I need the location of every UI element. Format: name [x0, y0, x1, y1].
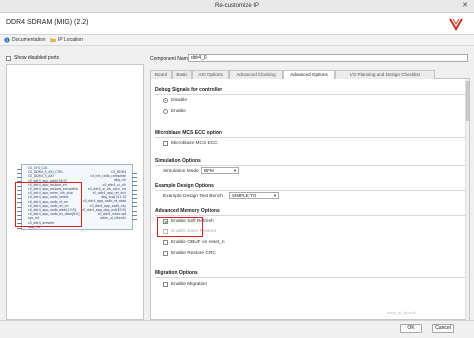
- enable-migration-checkbox[interactable]: Enable Migration: [163, 282, 207, 287]
- microblaze-ecc-checkbox[interactable]: Microblaze MCS ECC: [163, 141, 218, 146]
- enable-obuf-checkbox[interactable]: Enable OBUF on reset_n: [163, 240, 225, 245]
- advanced-options-content: Debug Signals for controller Disable Ena…: [150, 79, 470, 320]
- component-name-input[interactable]: ddr4_0: [188, 54, 468, 62]
- port-pin: [17, 227, 22, 229]
- simulation-mode-select[interactable]: BFM ▼: [201, 167, 239, 174]
- enable-obuf-label: Enable OBUF on reset_n: [171, 240, 225, 245]
- example-testbench-value: SIMPLE TG: [232, 193, 257, 198]
- documentation-button[interactable]: Documentation: [4, 37, 46, 43]
- chevron-down-icon: ▼: [273, 193, 277, 198]
- example-testbench-label: Example Design Test Bench: [163, 194, 223, 199]
- port-pin: [132, 189, 137, 191]
- enable-restore-crc-checkbox[interactable]: Enable Restore CRC: [163, 251, 216, 256]
- close-icon[interactable]: ✕: [462, 2, 468, 10]
- toolbar: Documentation IP Location: [0, 35, 474, 46]
- tab-basic[interactable]: Basic: [172, 70, 192, 79]
- vertical-scrollbar[interactable]: [465, 79, 469, 320]
- show-disabled-ports-label: Show disabled ports: [14, 55, 60, 61]
- port-pin: [17, 173, 22, 174]
- section-divider: [155, 137, 467, 138]
- window-title: Re-customize IP: [214, 3, 259, 9]
- simulation-mode-label: Simulation Mode: [163, 169, 199, 174]
- port-pin: [132, 210, 137, 212]
- section-debug-title: Debug Signals for controller: [155, 87, 223, 93]
- component-name-label: Component Name: [150, 56, 191, 62]
- port-pin: [132, 185, 137, 187]
- port-pin: [132, 219, 137, 220]
- example-testbench-select[interactable]: SIMPLE TG ▼: [229, 192, 279, 199]
- radio-button[interactable]: [163, 98, 168, 103]
- section-divider: [155, 190, 467, 191]
- debug-disable-radio[interactable]: Disable: [163, 98, 187, 103]
- enable-migration-label: Enable Migration: [171, 282, 207, 287]
- symbol-panel: Show disabled ports C0_SYS_CLK C0_DDR4_S_…: [4, 52, 146, 320]
- config-panel: Component Name ddr4_0 Board Basic AXI Op…: [150, 52, 470, 320]
- watermark-text: addn_ui_clkout1: [386, 310, 416, 315]
- scrollbar-thumb[interactable]: [466, 81, 469, 121]
- section-migration-title: Migration Options: [155, 270, 198, 276]
- vivado-logo-icon: [449, 18, 463, 31]
- port-pin: [132, 172, 137, 174]
- port-pin: [132, 206, 137, 208]
- ip-symbol-diagram: C0_SYS_CLK C0_DDR4_S_AXI_CTRL C0_DDR4_S_AX…: [6, 64, 144, 320]
- port-pin: [132, 198, 137, 199]
- port-pin: [132, 193, 137, 195]
- section-divider: [155, 94, 467, 95]
- radio-button[interactable]: [163, 109, 168, 114]
- section-divider: [155, 215, 467, 216]
- port-right: addn_ui_clkout1: [100, 216, 126, 221]
- chevron-down-icon: ▼: [233, 168, 237, 173]
- ip-location-label: IP Location: [58, 37, 83, 43]
- ip-location-button[interactable]: IP Location: [50, 37, 83, 43]
- info-icon: [4, 37, 10, 43]
- tab-io-planning[interactable]: I/O Planning and Design Checklist: [335, 70, 435, 79]
- checkbox-box[interactable]: [6, 55, 11, 61]
- section-example-title: Example Design Options: [155, 183, 214, 189]
- section-advanced-memory-title: Advanced Memory Options: [155, 208, 220, 214]
- title-bar: Re-customize IP ✕: [0, 0, 474, 13]
- debug-enable-label: Enable: [171, 109, 186, 114]
- section-simulation-title: Simulation Options: [155, 158, 201, 164]
- tab-advanced-clocking[interactable]: Advanced Clocking: [229, 70, 283, 79]
- ip-name: DDR4 SDRAM (MIG) (2.2): [6, 19, 89, 26]
- show-disabled-ports-checkbox[interactable]: Show disabled ports: [6, 55, 59, 61]
- highlight-box-ports: [15, 182, 82, 227]
- cancel-button[interactable]: Cancel: [432, 324, 454, 333]
- debug-enable-radio[interactable]: Enable: [163, 109, 186, 114]
- port-pin: [132, 202, 137, 204]
- microblaze-ecc-label: Microblaze MCS ECC: [171, 141, 218, 146]
- port-pin: [132, 214, 137, 216]
- documentation-label: Documentation: [12, 37, 46, 43]
- tab-axi-options[interactable]: AXI Options: [192, 70, 229, 79]
- ip-header: DDR4 SDRAM (MIG) (2.2): [0, 13, 474, 35]
- port-pin: [17, 177, 22, 179]
- ok-button[interactable]: OK: [400, 324, 422, 333]
- highlight-box-self-refresh: [157, 217, 203, 237]
- tab-board[interactable]: Board: [150, 70, 172, 79]
- section-divider: [155, 165, 467, 166]
- checkbox-box[interactable]: [163, 141, 168, 146]
- port-pin: [17, 168, 22, 170]
- checkbox-box[interactable]: [163, 282, 168, 287]
- checkbox-box[interactable]: [163, 240, 168, 245]
- section-divider: [155, 277, 467, 278]
- tab-bar: Board Basic AXI Options Advanced Clockin…: [150, 70, 470, 80]
- port-pin: [132, 177, 137, 178]
- section-microblaze-title: Microblaze MCS ECC option: [155, 130, 222, 136]
- checkbox-box[interactable]: [163, 251, 168, 256]
- folder-icon: [50, 38, 56, 43]
- port-pin: [132, 181, 137, 183]
- enable-restore-crc-label: Enable Restore CRC: [171, 251, 216, 256]
- simulation-mode-value: BFM: [204, 168, 214, 173]
- dialog-footer: OK Cancel: [0, 320, 474, 338]
- debug-disable-label: Disable: [171, 98, 187, 103]
